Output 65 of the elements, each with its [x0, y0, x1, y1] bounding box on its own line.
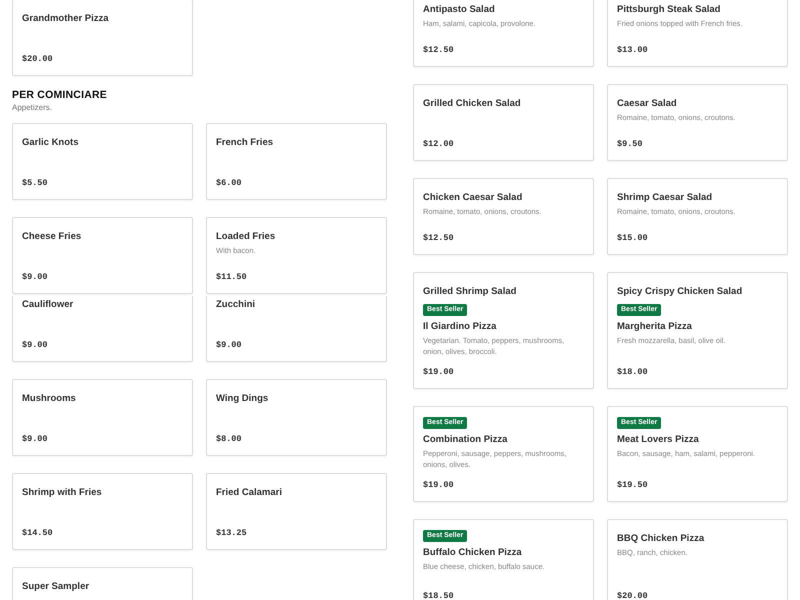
item-name: Shrimp with Fries: [22, 487, 103, 499]
menu-item-card[interactable]: Fried Calamari $13.25: [206, 473, 387, 550]
item-name: Grilled Shrimp Salad: [423, 286, 518, 298]
item-name: Caesar Salad: [617, 98, 678, 110]
item-price: $12.50: [423, 44, 455, 56]
item-name: Loaded Fries: [216, 231, 276, 243]
item-price: $13.25: [216, 527, 248, 539]
item-price: $8.00: [216, 433, 243, 445]
item-price: $12.00: [423, 138, 455, 150]
menu-item-card[interactable]: Zucchini $9.00: [206, 296, 387, 362]
item-name: Buffalo Chicken Pizza: [423, 547, 523, 559]
menu-item-card[interactable]: Mushrooms $9.00: [12, 379, 193, 456]
menu-item-card[interactable]: Grilled Chicken Salad $12.00: [413, 84, 594, 161]
item-name: Grandmother Pizza: [22, 13, 110, 25]
item-price: $9.00: [22, 433, 49, 445]
item-name: Wing Dings: [216, 393, 270, 405]
menu-item-card[interactable]: Super Sampler: [12, 567, 193, 600]
item-name: Margherita Pizza: [617, 321, 693, 333]
menu-item-card[interactable]: Garlic Knots $5.50: [12, 123, 193, 200]
menu-item-card[interactable]: Spicy Crispy Chicken Salad: [607, 272, 788, 299]
item-price: $6.00: [216, 177, 243, 189]
item-price: $9.50: [617, 138, 644, 150]
item-name: Mushrooms: [22, 393, 77, 405]
item-name: Cheese Fries: [22, 231, 82, 243]
menu-item-card[interactable]: Cauliflower $9.00: [12, 296, 193, 362]
item-name: Pittsburgh Steak Salad: [617, 4, 722, 16]
item-price: $18.50: [423, 590, 455, 600]
item-name: Meat Lovers Pizza: [617, 434, 700, 446]
item-price: $15.00: [617, 232, 649, 244]
item-price: $9.00: [216, 339, 243, 351]
item-price: $5.50: [22, 177, 49, 189]
item-name: Cauliflower: [22, 299, 74, 311]
item-price: $9.00: [22, 339, 49, 351]
menu-item-card[interactable]: Cheese Fries $9.00: [12, 217, 193, 294]
item-name: Il Giardino Pizza: [423, 321, 498, 333]
item-price: $19.00: [423, 366, 455, 378]
menu-item-card[interactable]: Shrimp with Fries $14.50: [12, 473, 193, 550]
item-name: Combination Pizza: [423, 434, 508, 446]
item-price: $13.00: [617, 44, 649, 56]
item-name: French Fries: [216, 137, 274, 149]
item-name: Antipasto Salad: [423, 4, 496, 16]
menu-item-card[interactable]: Grilled Shrimp Salad: [413, 272, 594, 299]
item-name: Super Sampler: [22, 581, 90, 593]
item-name: Chicken Caesar Salad: [423, 192, 524, 204]
item-name: BBQ Chicken Pizza: [617, 533, 706, 545]
menu-item-card[interactable]: Wing Dings $8.00: [206, 379, 387, 456]
item-price: $11.50: [216, 271, 248, 283]
item-name: Grilled Chicken Salad: [423, 98, 522, 110]
item-price: $9.00: [22, 271, 49, 283]
item-price: $20.00: [617, 590, 649, 600]
section-subtitle: Appetizers.: [12, 102, 54, 114]
item-price: $12.50: [423, 232, 455, 244]
item-price: $19.00: [423, 479, 455, 491]
item-name: Garlic Knots: [22, 137, 80, 149]
menu-item-card[interactable]: Grandmother Pizza $20.00: [12, 0, 193, 76]
item-price: $19.50: [617, 479, 649, 491]
item-name: Spicy Crispy Chicken Salad: [617, 286, 744, 298]
section-heading: PER COMINCIARE: [12, 88, 108, 102]
item-price: $18.00: [617, 366, 649, 378]
item-name: Zucchini: [216, 299, 256, 311]
item-price: $14.50: [22, 527, 54, 539]
item-name: Shrimp Caesar Salad: [617, 192, 714, 204]
menu-item-card[interactable]: French Fries $6.00: [206, 123, 387, 200]
item-name: Fried Calamari: [216, 487, 283, 499]
item-price: $20.00: [22, 53, 54, 65]
